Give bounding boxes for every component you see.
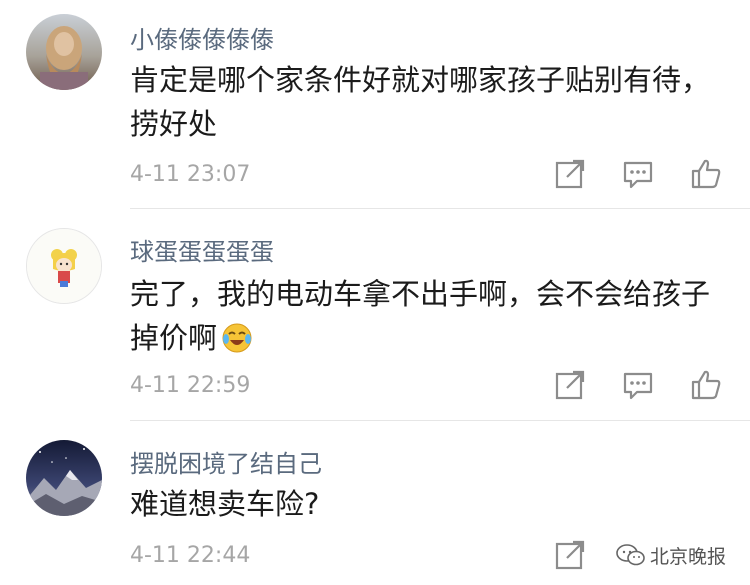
avatar[interactable]: [26, 228, 102, 304]
watermark: 北京晚报: [612, 540, 731, 570]
avatar[interactable]: [26, 440, 102, 516]
share-icon[interactable]: [553, 157, 587, 191]
like-icon[interactable]: [689, 157, 723, 191]
reply-icon[interactable]: [621, 157, 655, 191]
cartoon-girl-avatar: [27, 229, 101, 303]
comment-text: 难道想卖车险?: [130, 487, 320, 521]
wechat-icon: [616, 544, 645, 566]
mountain-night-avatar: [26, 440, 102, 516]
timestamp: 4-11 22:59: [130, 373, 251, 398]
timestamp: 4-11 22:44: [130, 543, 251, 568]
reply-icon[interactable]: [621, 368, 655, 402]
username[interactable]: 球蛋蛋蛋蛋蛋: [130, 232, 274, 267]
watermark-text: 北京晚报: [650, 545, 727, 568]
comment-text: 肯定是哪个家条件好就对哪家孩子贴别有待，捞好处: [130, 63, 711, 141]
divider: [130, 420, 750, 421]
comment-text-content: 完了，我的电动车拿不出手啊，会不会给孩子掉价啊: [130, 277, 711, 355]
share-icon[interactable]: [553, 368, 587, 402]
share-icon[interactable]: [553, 538, 587, 572]
divider: [130, 208, 750, 209]
crying-laughing-emoji: [221, 322, 253, 354]
comment-list: 小傣傣傣傣傣 肯定是哪个家条件好就对哪家孩子贴别有待，捞好处 4-11 23:0…: [0, 0, 750, 585]
comment-text: 完了，我的电动车拿不出手啊，会不会给孩子掉价啊: [130, 272, 730, 360]
username[interactable]: 摆脱困境了结自己: [130, 444, 322, 479]
timestamp: 4-11 23:07: [130, 162, 251, 187]
avatar[interactable]: [26, 14, 102, 90]
like-icon[interactable]: [689, 368, 723, 402]
woman-photo-avatar: [26, 14, 102, 90]
username[interactable]: 小傣傣傣傣傣: [130, 20, 274, 55]
